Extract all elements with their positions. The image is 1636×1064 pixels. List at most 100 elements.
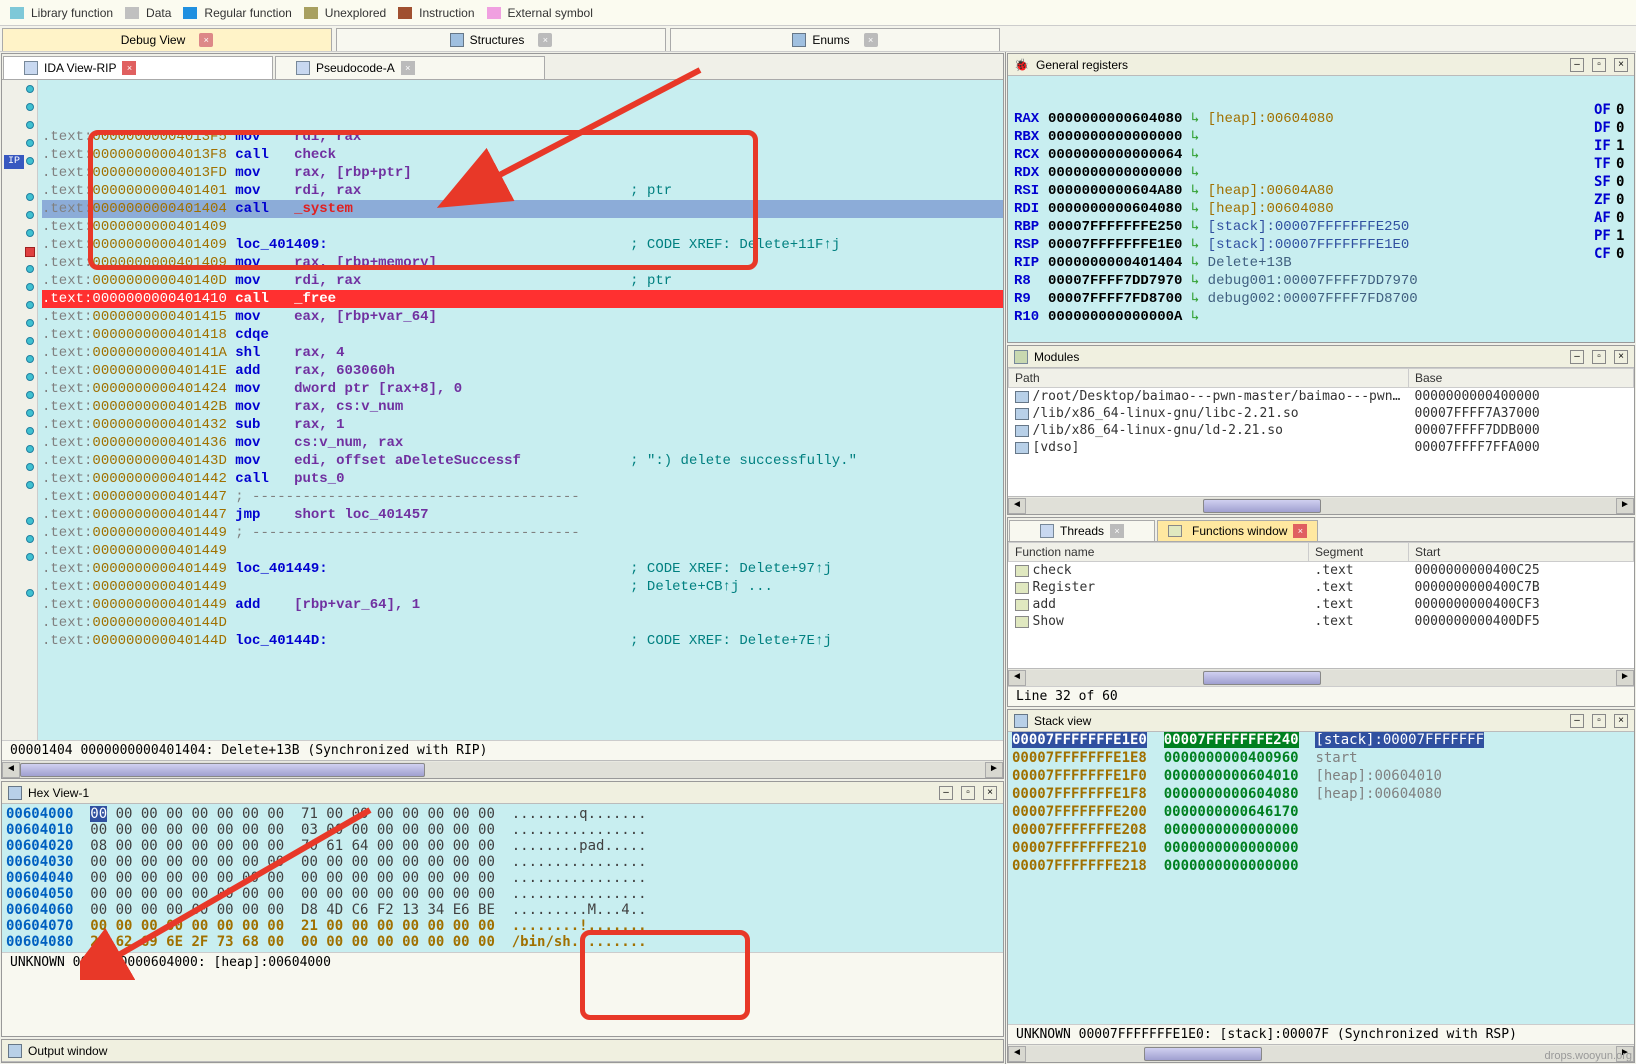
scroll-left-icon[interactable]: ◄ (2, 762, 20, 778)
stack-row[interactable]: 00007FFFFFFFE1E8 0000000000400960 start (1008, 750, 1634, 768)
disasm-line[interactable]: .text:0000000000401409 loc_401409: ; COD… (42, 236, 1003, 254)
module-row[interactable]: /root/Desktop/baimao---pwn-master/baimao… (1009, 388, 1634, 406)
breakpoint-dot[interactable] (26, 301, 34, 309)
disasm-line[interactable]: .text:000000000040144D loc_40144D: ; COD… (42, 632, 1003, 650)
restore-icon[interactable]: ▫ (961, 786, 975, 800)
register-row[interactable]: RSP00007FFFFFFFE1E0 ↳ [stack]:00007FFFFF… (1010, 236, 1632, 254)
stack-row[interactable]: 00007FFFFFFFE218 0000000000000000 (1008, 858, 1634, 876)
close-icon[interactable]: × (1110, 524, 1124, 538)
breakpoint-dot[interactable] (26, 391, 34, 399)
disasm-line[interactable]: .text:000000000040142B mov rax, cs:v_num (42, 398, 1003, 416)
breakpoint-dot[interactable] (26, 139, 34, 147)
registers-view[interactable]: RAX0000000000604080 ↳ [heap]:00604080RBX… (1008, 76, 1634, 342)
close-icon[interactable]: × (1293, 524, 1307, 538)
function-row[interactable]: check.text0000000000400C25 (1009, 562, 1634, 580)
register-row[interactable]: RDX0000000000000000 ↳ (1010, 164, 1632, 182)
breakpoint-dot[interactable] (26, 319, 34, 327)
module-row[interactable]: /lib/x86_64-linux-gnu/ld-2.21.so00007FFF… (1009, 422, 1634, 439)
register-row[interactable]: R900007FFFF7FD8700 ↳ debug002:00007FFFF7… (1010, 290, 1632, 308)
close-icon[interactable]: × (864, 33, 878, 47)
breakpoint-dot[interactable] (26, 229, 34, 237)
close-icon[interactable]: × (1614, 58, 1628, 72)
restore-icon[interactable]: ▫ (1592, 58, 1606, 72)
horizontal-scrollbar[interactable]: ◄ ► (1008, 668, 1634, 686)
scroll-right-icon[interactable]: ► (1616, 498, 1634, 514)
col-path[interactable]: Path (1009, 369, 1409, 388)
minimize-icon[interactable]: – (1570, 714, 1584, 728)
tab-enums[interactable]: Enums × (670, 28, 1000, 51)
disasm-line[interactable]: .text:000000000040143D mov edi, offset a… (42, 452, 1003, 470)
disasm-line[interactable]: .text:0000000000401449 loc_401449: ; COD… (42, 560, 1003, 578)
breakpoint-dot[interactable] (26, 553, 34, 561)
function-row[interactable]: Show.text0000000000400DF5 (1009, 613, 1634, 630)
minimize-icon[interactable]: – (1570, 58, 1584, 72)
breakpoint-dot[interactable] (26, 121, 34, 129)
breakpoint-dot[interactable] (26, 409, 34, 417)
stack-row[interactable]: 00007FFFFFFFE1F8 0000000000604080 [heap]… (1008, 786, 1634, 804)
minimize-icon[interactable]: – (1570, 350, 1584, 364)
register-row[interactable]: RDI0000000000604080 ↳ [heap]:00604080 (1010, 200, 1632, 218)
tab-functions[interactable]: Functions window × (1157, 520, 1318, 541)
breakpoint-dot[interactable] (26, 103, 34, 111)
disasm-line[interactable]: .text:0000000000401409 (42, 218, 1003, 236)
module-row[interactable]: /lib/x86_64-linux-gnu/libc-2.21.so00007F… (1009, 405, 1634, 422)
scroll-left-icon[interactable]: ◄ (1008, 1046, 1026, 1062)
disasm-line[interactable]: .text:0000000000401418 cdqe (42, 326, 1003, 344)
restore-icon[interactable]: ▫ (1592, 714, 1606, 728)
function-row[interactable]: add.text0000000000400CF3 (1009, 596, 1634, 613)
breakpoint-dot[interactable] (26, 211, 34, 219)
breakpoint-dot[interactable] (26, 193, 34, 201)
breakpoint-dot[interactable] (26, 589, 34, 597)
breakpoint-dot[interactable] (26, 337, 34, 345)
restore-icon[interactable]: ▫ (1592, 350, 1606, 364)
horizontal-scrollbar[interactable]: ◄ ► (1008, 1044, 1634, 1062)
minimize-icon[interactable]: – (939, 786, 953, 800)
register-row[interactable]: RAX0000000000604080 ↳ [heap]:00604080 (1010, 110, 1632, 128)
col-start[interactable]: Start (1409, 543, 1634, 562)
breakpoint-dot[interactable] (26, 283, 34, 291)
tab-structures[interactable]: Structures × (336, 28, 666, 51)
breakpoint-dot[interactable] (26, 517, 34, 525)
close-icon[interactable]: × (1614, 714, 1628, 728)
disasm-line[interactable]: .text:0000000000401409 mov rax, [rbp+mem… (42, 254, 1003, 272)
disasm-line[interactable]: .text:000000000040140D mov rdi, rax ; pt… (42, 272, 1003, 290)
functions-list[interactable]: Function name Segment Start check.text00… (1008, 542, 1634, 668)
disasm-line[interactable]: .text:0000000000401449 (42, 542, 1003, 560)
disasm-line[interactable]: .text:0000000000401447 ; ---------------… (42, 488, 1003, 506)
breakpoint-dot[interactable] (26, 463, 34, 471)
stack-row[interactable]: 00007FFFFFFFE210 0000000000000000 (1008, 840, 1634, 858)
scroll-right-icon[interactable]: ► (985, 762, 1003, 778)
module-row[interactable]: [vdso]00007FFFF7FFA000 (1009, 439, 1634, 456)
breakpoint-dot[interactable] (26, 85, 34, 93)
horizontal-scrollbar[interactable]: ◄ ► (1008, 496, 1634, 514)
stack-row[interactable]: 00007FFFFFFFE200 0000000000646170 (1008, 804, 1634, 822)
subtab-ida-view[interactable]: IDA View-RIP × (3, 56, 273, 79)
disasm-line[interactable]: .text:0000000000401410 call _free (42, 290, 1003, 308)
stack-row[interactable]: 00007FFFFFFFE208 0000000000000000 (1008, 822, 1634, 840)
breakpoint-dot[interactable] (26, 427, 34, 435)
disasm-line[interactable]: .text:0000000000401449 add [rbp+var_64],… (42, 596, 1003, 614)
register-row[interactable]: R10000000000000000A ↳ (1010, 308, 1632, 326)
stack-view[interactable]: 00007FFFFFFFE1E0 00007FFFFFFFE240 [stack… (1008, 732, 1634, 1024)
horizontal-scrollbar[interactable]: ◄ ► (2, 760, 1003, 778)
register-row[interactable]: R800007FFFF7DD7970 ↳ debug001:00007FFFF7… (1010, 272, 1632, 290)
col-segment[interactable]: Segment (1309, 543, 1409, 562)
breakpoint-dot[interactable] (26, 481, 34, 489)
scroll-left-icon[interactable]: ◄ (1008, 498, 1026, 514)
breakpoint-dot[interactable] (26, 265, 34, 273)
modules-list[interactable]: PathBase /root/Desktop/baimao---pwn-mast… (1008, 368, 1634, 496)
breakpoint-dot[interactable] (26, 373, 34, 381)
register-row[interactable]: RBX0000000000000000 ↳ (1010, 128, 1632, 146)
disasm-line[interactable]: .text:0000000000401436 mov cs:v_num, rax (42, 434, 1003, 452)
breakpoint-dot[interactable] (26, 535, 34, 543)
function-row[interactable]: Register.text0000000000400C7B (1009, 579, 1634, 596)
disasm-line[interactable]: .text:0000000000401442 call puts_0 (42, 470, 1003, 488)
close-icon[interactable]: × (199, 33, 213, 47)
tab-debug-view[interactable]: Debug View × (2, 28, 332, 51)
register-row[interactable]: RSI0000000000604A80 ↳ [heap]:00604A80 (1010, 182, 1632, 200)
disasm-line[interactable]: .text:000000000040141E add rax, 603060h (42, 362, 1003, 380)
col-function[interactable]: Function name (1009, 543, 1309, 562)
disasm-line[interactable]: .text:000000000040144D (42, 614, 1003, 632)
disasm-line[interactable]: .text:0000000000401424 mov dword ptr [ra… (42, 380, 1003, 398)
breakpoint-dot[interactable] (26, 157, 34, 165)
